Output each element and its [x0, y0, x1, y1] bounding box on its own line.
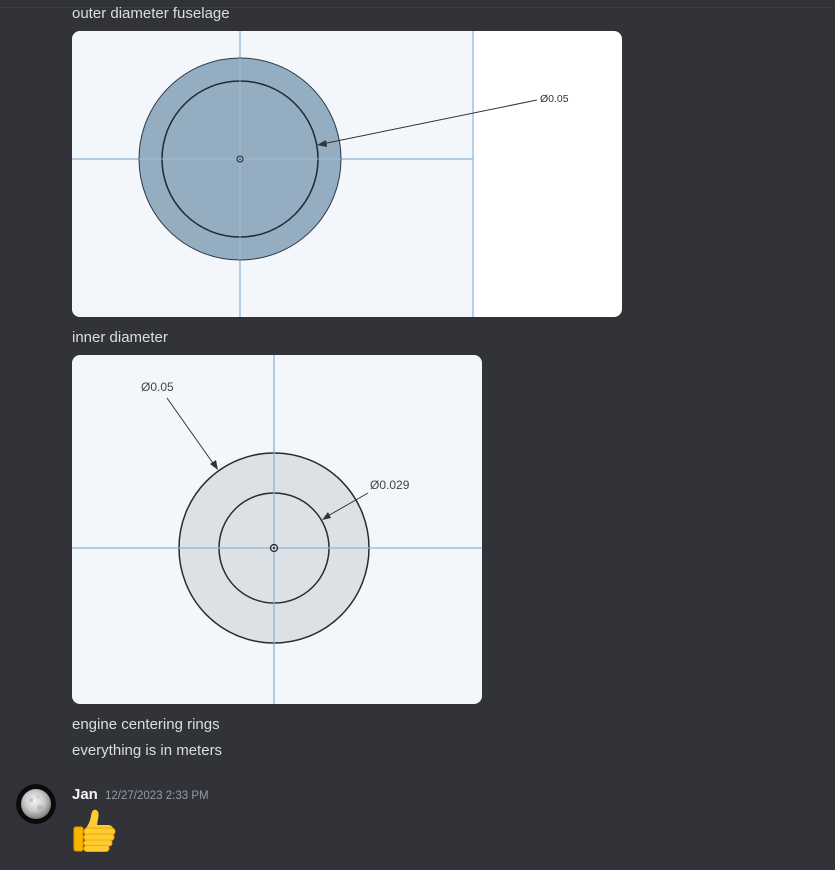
- avatar[interactable]: [16, 784, 56, 824]
- image-attachment-outer-diameter[interactable]: Ø0.05: [72, 31, 622, 317]
- image-attachment-inner-diameter[interactable]: Ø0.05 Ø0.029: [72, 355, 482, 704]
- message-timestamp[interactable]: 12/27/2023 2:33 PM: [105, 788, 209, 804]
- username[interactable]: Jan: [72, 785, 98, 805]
- message-outer-diameter-caption: outer diameter fuselage: [72, 5, 230, 22]
- message-inner-diameter-caption: inner diameter: [72, 329, 168, 346]
- cad-sketch-outer: Ø0.05: [72, 31, 622, 317]
- message-units-note: everything is in meters: [72, 742, 223, 759]
- thumbs-up-glyph: [73, 809, 116, 852]
- message-rings-caption: engine centering rings: [72, 716, 220, 733]
- inner-dimension-label: Ø0.029: [370, 478, 410, 492]
- cad-sketch-inner: Ø0.05 Ø0.029: [72, 355, 482, 704]
- avatar-image: [16, 784, 56, 824]
- outer-dimension-label: Ø0.05: [141, 380, 174, 394]
- dimension-label: Ø0.05: [540, 93, 569, 105]
- thumbs-up-icon[interactable]: [72, 806, 122, 856]
